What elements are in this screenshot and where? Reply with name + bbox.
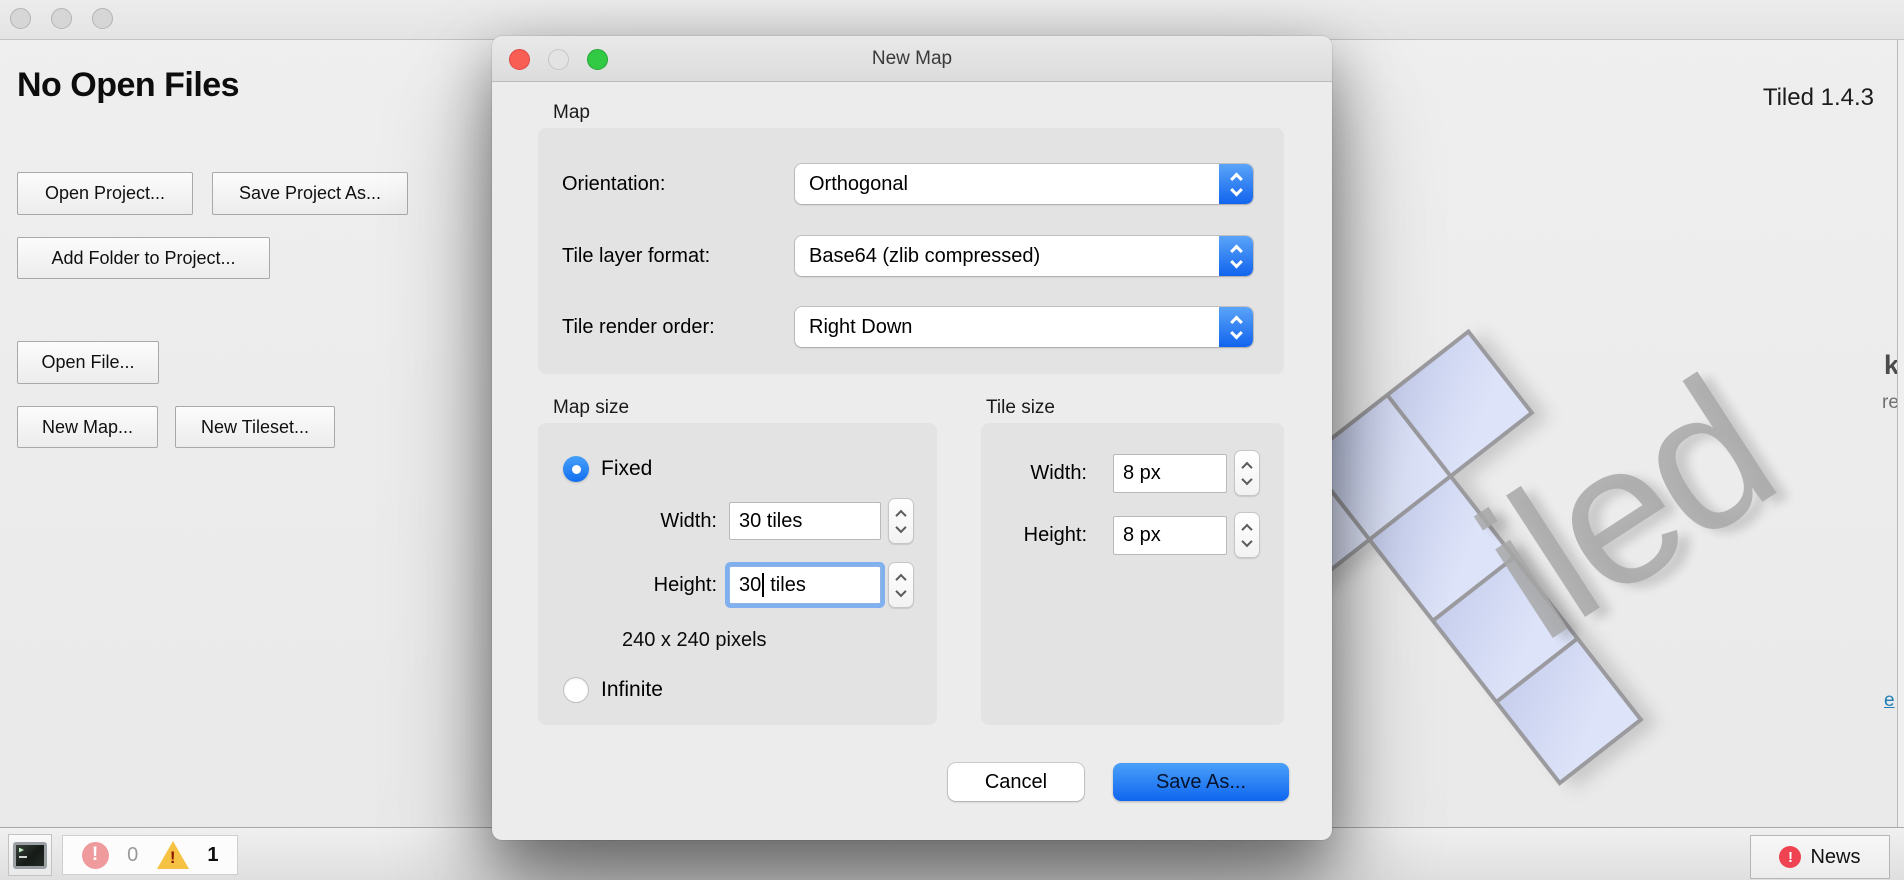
map-width-value: 30 tiles [739, 510, 802, 533]
tile-width-label: Width: [987, 454, 1087, 493]
error-icon: ! [82, 842, 109, 869]
save-project-as-button[interactable]: Save Project As... [212, 172, 408, 215]
infinite-radio[interactable] [563, 677, 589, 703]
app-version-label: Tiled 1.4.3 [1763, 84, 1874, 112]
stepper-up-icon [895, 573, 906, 584]
tile-height-stepper[interactable] [1234, 512, 1260, 558]
tile-height-value: 8 px [1123, 524, 1161, 547]
clipped-link-fragment[interactable]: e [1884, 690, 1895, 712]
stepper-down-icon [895, 585, 906, 596]
tiled-logo-watermark-text: iled [1293, 192, 1904, 827]
chevron-up-down-icon [1219, 164, 1253, 204]
tile-render-order-value: Right Down [795, 316, 1219, 339]
new-map-button[interactable]: New Map... [17, 406, 158, 448]
text-caret [762, 573, 764, 597]
page-title: No Open Files [17, 66, 239, 105]
news-button-label: News [1810, 846, 1860, 869]
add-folder-to-project-button[interactable]: Add Folder to Project... [17, 237, 270, 279]
stepper-up-icon [1241, 461, 1252, 472]
tile-layer-format-value: Base64 (zlib compressed) [795, 245, 1219, 268]
infinite-radio-label: Infinite [601, 677, 663, 703]
new-map-dialog: New Map Map Orientation: Orthogonal Tile… [492, 36, 1332, 840]
news-alert-badge-icon: ! [1779, 846, 1801, 868]
tile-width-value: 8 px [1123, 462, 1161, 485]
tiled-app-window: { "window": { "traffic_lights": ["close"… [0, 0, 1904, 880]
map-height-label: Height: [612, 566, 717, 604]
news-button[interactable]: ! News [1750, 835, 1890, 879]
stepper-down-icon [1241, 535, 1252, 546]
orientation-value: Orthogonal [795, 173, 1219, 196]
orientation-select[interactable]: Orthogonal [795, 164, 1253, 204]
right-panel-edge [1897, 40, 1904, 827]
map-section-label: Map [553, 102, 590, 124]
tile-render-order-select[interactable]: Right Down [795, 307, 1253, 347]
dialog-zoom-button[interactable] [587, 49, 608, 70]
tile-height-field[interactable]: 8 px [1113, 516, 1227, 555]
map-size-section-label: Map size [553, 397, 629, 419]
map-height-field[interactable]: 30 tiles [729, 566, 881, 604]
map-width-stepper[interactable] [888, 498, 914, 544]
chevron-up-down-icon [1219, 236, 1253, 276]
map-pixel-size-note: 240 x 240 pixels [622, 629, 767, 652]
map-height-unit: tiles [770, 574, 806, 597]
map-height-value: 30 [739, 574, 761, 597]
stepper-down-icon [895, 521, 906, 532]
warning-count: 1 [207, 844, 218, 867]
close-window-button[interactable] [10, 8, 31, 29]
stepper-down-icon [1241, 473, 1252, 484]
tile-size-section-label: Tile size [986, 397, 1055, 419]
cancel-button[interactable]: Cancel [948, 763, 1084, 801]
tile-layer-format-label: Tile layer format: [562, 236, 710, 276]
terminal-icon [13, 842, 47, 869]
dialog-titlebar[interactable]: New Map [492, 36, 1332, 82]
open-project-button[interactable]: Open Project... [17, 172, 193, 215]
minimize-window-button[interactable] [51, 8, 72, 29]
zoom-window-button[interactable] [92, 8, 113, 29]
tile-layer-format-select[interactable]: Base64 (zlib compressed) [795, 236, 1253, 276]
fixed-radio-label: Fixed [601, 456, 652, 482]
dialog-title: New Map [492, 36, 1332, 82]
issues-counter[interactable]: ! 0 ! 1 [62, 835, 238, 875]
warning-icon: ! [157, 841, 189, 869]
new-tileset-button[interactable]: New Tileset... [175, 406, 335, 448]
map-height-stepper[interactable] [888, 562, 914, 608]
save-as-button[interactable]: Save As... [1113, 763, 1289, 801]
stepper-up-icon [895, 509, 906, 520]
error-count: 0 [127, 844, 138, 867]
tile-width-stepper[interactable] [1234, 450, 1260, 496]
map-width-field[interactable]: 30 tiles [729, 502, 881, 540]
console-toggle-button[interactable] [8, 834, 52, 876]
main-window-titlebar [0, 0, 1904, 40]
dialog-close-button[interactable] [509, 49, 530, 70]
chevron-up-down-icon [1219, 307, 1253, 347]
stepper-up-icon [1241, 523, 1252, 534]
map-width-label: Width: [612, 502, 717, 540]
tile-render-order-label: Tile render order: [562, 307, 715, 347]
orientation-label: Orientation: [562, 164, 665, 204]
tile-width-field[interactable]: 8 px [1113, 454, 1227, 493]
open-file-button[interactable]: Open File... [17, 341, 159, 384]
tile-height-label: Height: [987, 516, 1087, 555]
fixed-radio[interactable] [563, 456, 589, 482]
dialog-minimize-button [548, 49, 569, 70]
